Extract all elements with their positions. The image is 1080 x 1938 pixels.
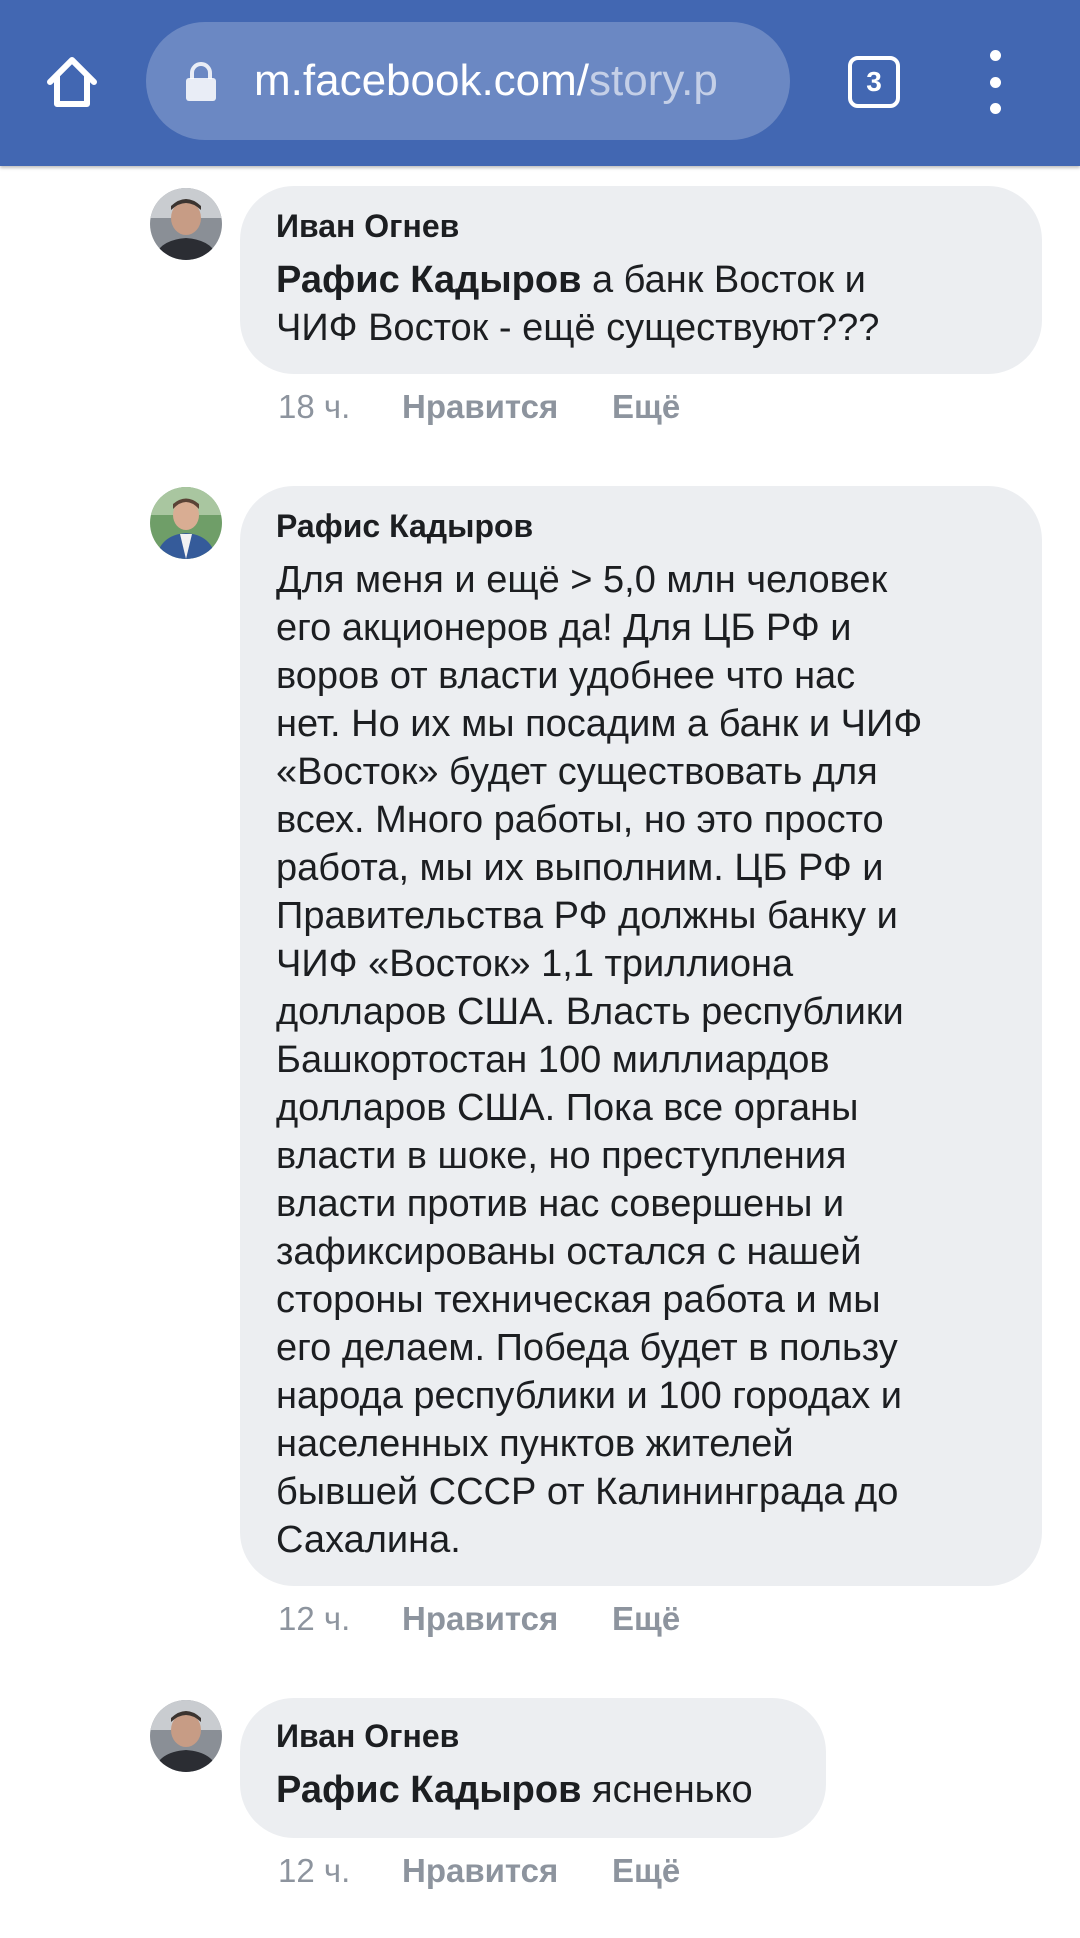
menu-dot-icon — [989, 76, 1001, 88]
address-bar[interactable]: m.facebook.com/story.p — [146, 22, 790, 140]
comment-text-line: зафиксированы остался с нашей — [276, 1231, 862, 1273]
comment-line: Рафис Кадыров а банк Восток и — [276, 256, 879, 304]
home-icon — [47, 57, 97, 107]
comment-text-line: ясненько — [581, 1769, 753, 1811]
tab-count: 3 — [866, 66, 882, 97]
comment-text-line: Правительства РФ должны банку и — [276, 895, 898, 937]
comment-text-line: его акционеров да! Для ЦБ РФ и — [276, 607, 852, 649]
more-button[interactable]: Ещё — [612, 1600, 680, 1638]
home-button[interactable] — [40, 50, 104, 114]
comment-text-line: населенных пунктов жителей — [276, 1423, 794, 1465]
comment-author[interactable]: Иван Огнев — [276, 208, 459, 245]
comment-text-line: власти против нас совершены и — [276, 1183, 845, 1225]
more-button[interactable]: Ещё — [612, 388, 680, 426]
comment-author[interactable]: Иван Огнев — [276, 1718, 459, 1755]
like-button[interactable]: Нравится — [402, 1852, 558, 1890]
comment-text-line: Башкортостан 100 миллиардов — [276, 1039, 830, 1081]
comment-text-line: а банк Восток и — [581, 259, 866, 301]
page: m.facebook.com/story.p 3 Иван Огнев Рафи… — [0, 0, 1080, 1938]
avatar-image — [150, 1700, 222, 1772]
browser-toolbar: m.facebook.com/story.p 3 — [0, 0, 1080, 166]
url-text: m.facebook.com/story.p — [254, 22, 782, 140]
more-button[interactable]: Ещё — [612, 1852, 680, 1890]
menu-dot-icon — [989, 103, 1001, 114]
comment-bubble: Иван Огнев Рафис Кадыров ясненько — [240, 1698, 826, 1838]
comment-text-line: ЧИФ «Восток» 1,1 триллиона — [276, 943, 794, 985]
comment-timestamp[interactable]: 12 ч. — [278, 1852, 350, 1890]
comment-text-line: долларов США. Власть республики — [276, 991, 904, 1033]
mention-link[interactable]: Рафис Кадыров — [276, 1769, 581, 1811]
comment-text-line: ЧИФ Восток - ещё существуют??? — [276, 307, 880, 349]
lock-icon — [186, 62, 216, 101]
comment-text: Рафис Кадыров ясненько — [276, 1766, 753, 1814]
mention-link[interactable]: Рафис Кадыров — [276, 259, 581, 301]
comment-text-line: его делаем. Победа будет в пользу — [276, 1327, 898, 1369]
avatar-image — [150, 188, 222, 260]
comment-text-line: бывшей СССР от Калининграда до — [276, 1471, 899, 1513]
url-path: story.p — [589, 56, 718, 105]
comment-bubble: Иван Огнев Рафис Кадыров а банк Восток и… — [240, 186, 1042, 374]
avatar-ivan-ognev[interactable] — [150, 1700, 222, 1772]
comment-text-line: работа, мы их выполним. ЦБ РФ и — [276, 847, 884, 889]
comment-text-line: воров от власти удобнее что нас — [276, 655, 856, 697]
comment-text-line: Для меня и ещё > 5,0 млн человек — [276, 559, 888, 601]
comment-text-line: Сахалина. — [276, 1519, 461, 1561]
comment-bubble: Рафис Кадыров Для меня и ещё > 5,0 млн ч… — [240, 486, 1042, 1586]
comment-author[interactable]: Рафис Кадыров — [276, 508, 533, 545]
tab-switcher-button[interactable]: 3 — [848, 56, 900, 108]
comment-text-line: власти в шоке, но преступления — [276, 1135, 847, 1177]
menu-dot-icon — [989, 50, 1001, 61]
more-menu-button[interactable] — [980, 50, 1010, 114]
comment-timestamp[interactable]: 18 ч. — [278, 388, 350, 426]
comment-text-line: народа республики и 100 городах и — [276, 1375, 902, 1417]
url-host: m.facebook.com/ — [254, 56, 590, 105]
comment-text-line: «Восток» будет существовать для — [276, 751, 878, 793]
comment-text-line: долларов США. Пока все органы — [276, 1087, 859, 1129]
comment-text-line: нет. Но их мы посадим а банк и ЧИФ — [276, 703, 923, 745]
comment-text: Для меня и ещё > 5,0 млн человек его акц… — [276, 556, 922, 1564]
avatar-ivan-ognev[interactable] — [150, 188, 222, 260]
like-button[interactable]: Нравится — [402, 388, 558, 426]
avatar-image — [150, 487, 222, 559]
comment-text: Рафис Кадыров а банк Восток и ЧИФ Восток… — [276, 256, 879, 352]
like-button[interactable]: Нравится — [402, 1600, 558, 1638]
avatar-rafis-kadyrov[interactable] — [150, 487, 222, 559]
comment-text-line: всех. Много работы, но это просто — [276, 799, 884, 841]
comment-text-line: стороны техническая работа и мы — [276, 1279, 881, 1321]
comment-timestamp[interactable]: 12 ч. — [278, 1600, 350, 1638]
